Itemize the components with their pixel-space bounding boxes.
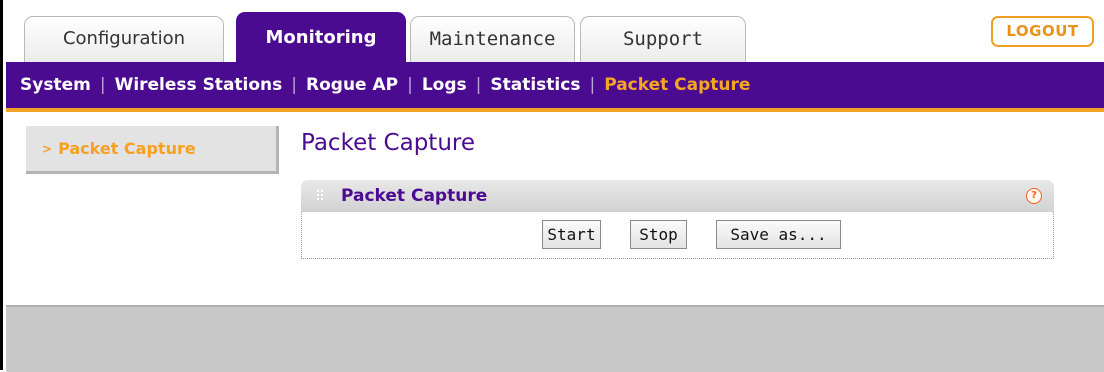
help-icon[interactable]: ? <box>1026 188 1042 204</box>
packet-capture-panel: Packet Capture ? Start Stop Save as... <box>301 180 1054 271</box>
panel-title: Packet Capture <box>341 186 488 206</box>
tab-maintenance[interactable]: Maintenance <box>410 16 575 62</box>
sidebar-item-label: Packet Capture <box>58 139 196 158</box>
subnav-separator: | <box>291 75 297 95</box>
subnav-separator: | <box>475 75 482 95</box>
panel-body: Start Stop Save as... <box>301 212 1054 259</box>
subnav-item-statistics[interactable]: Statistics <box>490 75 580 95</box>
tab-support[interactable]: Support <box>580 16 746 62</box>
panel-header: Packet Capture ? <box>301 180 1054 212</box>
subnav-separator: | <box>407 75 413 95</box>
main-content: > Packet Capture Packet Capture Packet Ca… <box>6 112 1104 305</box>
start-button[interactable]: Start <box>542 220 601 249</box>
subnav-item-wireless-stations[interactable]: Wireless Stations <box>115 75 283 95</box>
tab-monitoring[interactable]: Monitoring <box>236 12 406 62</box>
app-frame: Configuration Monitoring Maintenance Sup… <box>0 0 1104 372</box>
subnav-separator: | <box>589 75 596 95</box>
footer-area <box>6 305 1104 372</box>
page-title: Packet Capture <box>301 130 476 156</box>
stop-button[interactable]: Stop <box>630 220 687 249</box>
subnav-item-rogue-ap[interactable]: Rogue AP <box>306 75 398 95</box>
subnav-item-packet-capture[interactable]: Packet Capture <box>604 75 750 95</box>
save-as-button[interactable]: Save as... <box>716 220 841 249</box>
chevron-right-icon: > <box>42 142 53 156</box>
logout-button[interactable]: LOGOUT <box>991 16 1094 47</box>
sidebar-item-packet-capture[interactable]: > Packet Capture <box>26 126 279 174</box>
subnav-item-system[interactable]: System <box>20 75 91 95</box>
tab-configuration[interactable]: Configuration <box>24 16 224 62</box>
subnav-item-logs[interactable]: Logs <box>422 75 467 95</box>
top-tab-bar: Configuration Monitoring Maintenance Sup… <box>6 0 1104 62</box>
sub-navigation-bar: System | Wireless Stations | Rogue AP | … <box>6 62 1104 112</box>
drag-grip-icon <box>317 190 325 202</box>
subnav-separator: | <box>99 75 106 95</box>
